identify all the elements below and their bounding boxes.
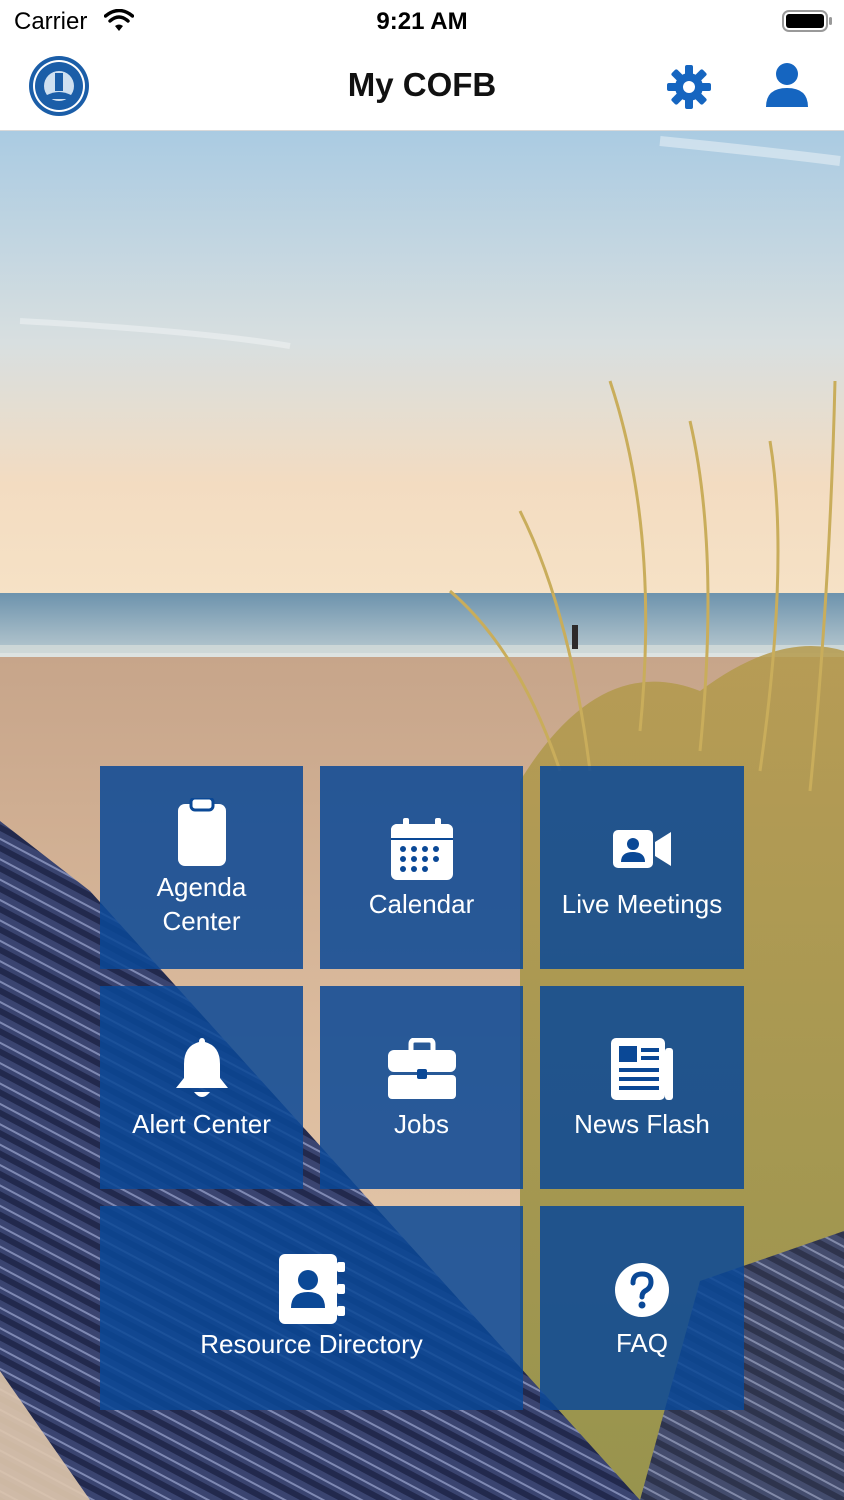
jobs-label: Jobs <box>394 1109 449 1139</box>
agenda-center-tile[interactable]: Agenda Center <box>100 766 303 969</box>
calendar-icon <box>390 818 453 880</box>
contact-book-icon <box>278 1254 345 1324</box>
page-title: My COFB <box>347 66 497 103</box>
newspaper-icon <box>611 1038 673 1100</box>
news-flash-label: News Flash <box>574 1109 710 1139</box>
live-meetings-label: Live Meetings <box>561 889 723 919</box>
status-time: 9:21 AM <box>376 8 468 35</box>
navigation-bar: My COFB <box>0 44 844 131</box>
news-flash-tile[interactable]: News Flash <box>540 986 744 1189</box>
clipboard-icon <box>177 798 226 866</box>
question-circle-icon <box>615 1263 669 1317</box>
bell-icon <box>175 1038 228 1097</box>
battery-icon <box>782 10 832 32</box>
status-bar: Carrier 9:21 AM <box>0 0 844 44</box>
app-screen: Carrier 9:21 AM My COFB Agenda Center Ca… <box>0 0 844 1500</box>
calendar-tile[interactable]: Calendar <box>320 766 523 969</box>
settings-gear-icon[interactable] <box>664 62 714 112</box>
resource-directory-tile[interactable]: Resource Directory <box>100 1206 523 1410</box>
briefcase-icon <box>387 1038 456 1099</box>
alert-center-tile[interactable]: Alert Center <box>100 986 303 1189</box>
agenda-center-label-line1: Agenda <box>156 872 247 902</box>
faq-label: FAQ <box>615 1328 668 1358</box>
jobs-tile[interactable]: Jobs <box>320 986 523 1189</box>
live-meetings-tile[interactable]: Live Meetings <box>540 766 744 969</box>
alert-center-label: Alert Center <box>132 1109 271 1139</box>
user-profile-icon[interactable] <box>762 60 812 110</box>
resource-directory-label: Resource Directory <box>200 1329 423 1359</box>
faq-tile[interactable]: FAQ <box>540 1206 744 1410</box>
video-camera-icon <box>613 830 671 868</box>
agenda-center-label-line2: Center <box>162 906 241 936</box>
calendar-label: Calendar <box>368 889 475 919</box>
